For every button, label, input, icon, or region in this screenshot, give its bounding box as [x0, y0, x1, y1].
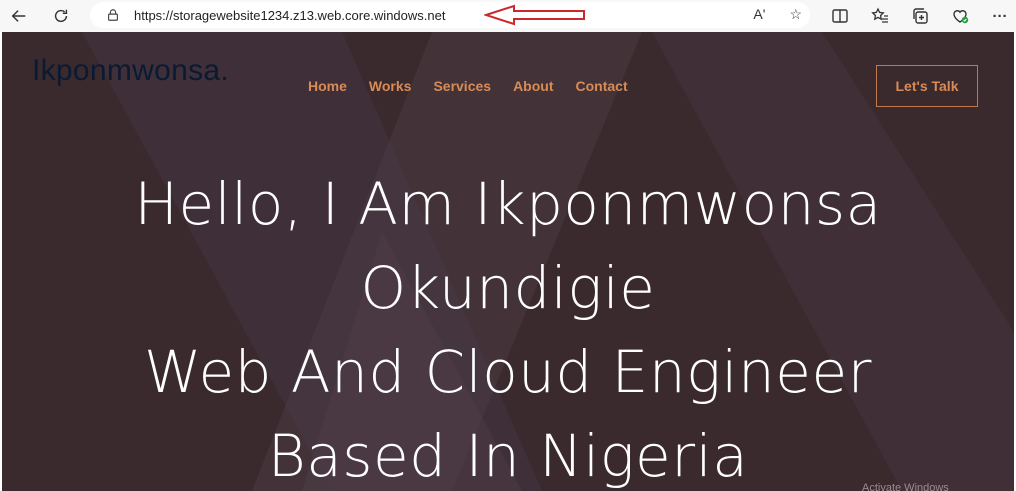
nav-home[interactable]: Home	[308, 78, 347, 94]
browser-toolbar: Aʹ ☆ ···	[0, 0, 1016, 32]
star-icon[interactable]: ☆	[789, 6, 802, 23]
arrow-left-icon	[11, 10, 26, 22]
more-icon[interactable]: ···	[985, 2, 1015, 30]
read-aloud-icon[interactable]: Aʹ	[753, 6, 765, 23]
nav-contact[interactable]: Contact	[576, 78, 628, 94]
address-bar[interactable]: Aʹ ☆	[90, 2, 810, 28]
main-nav: Home Works Services About Contact	[308, 78, 628, 94]
refresh-button[interactable]	[45, 2, 77, 30]
collections-icon[interactable]	[905, 2, 935, 30]
url-input[interactable]	[134, 7, 464, 23]
nav-about[interactable]: About	[513, 78, 553, 94]
performance-icon[interactable]	[945, 2, 975, 30]
lets-talk-button[interactable]: Let's Talk	[876, 65, 978, 107]
split-screen-icon[interactable]	[825, 2, 855, 30]
nav-services[interactable]: Services	[433, 78, 491, 94]
site-logo[interactable]: Ikponmwonsa.	[32, 54, 229, 88]
hero-heading: Hello, I Am Ikponmwonsa Okundigie Web An…	[2, 162, 1014, 491]
back-button[interactable]	[3, 2, 35, 30]
os-watermark: Activate Windows	[862, 482, 949, 491]
refresh-icon	[54, 9, 68, 23]
annotation-arrow-icon	[484, 4, 585, 26]
hero-line-2: Okundigie	[360, 254, 656, 322]
nav-works[interactable]: Works	[369, 78, 412, 94]
favorites-icon[interactable]	[865, 2, 895, 30]
hero-line-3: Web And Cloud Engineer	[144, 338, 872, 406]
hero-line-1: Hello, I Am Ikponmwonsa	[134, 170, 882, 238]
hero-line-4: Based In Nigeria	[267, 422, 749, 490]
lock-icon	[108, 9, 118, 21]
website-page: Ikponmwonsa. Home Works Services About C…	[2, 32, 1014, 491]
